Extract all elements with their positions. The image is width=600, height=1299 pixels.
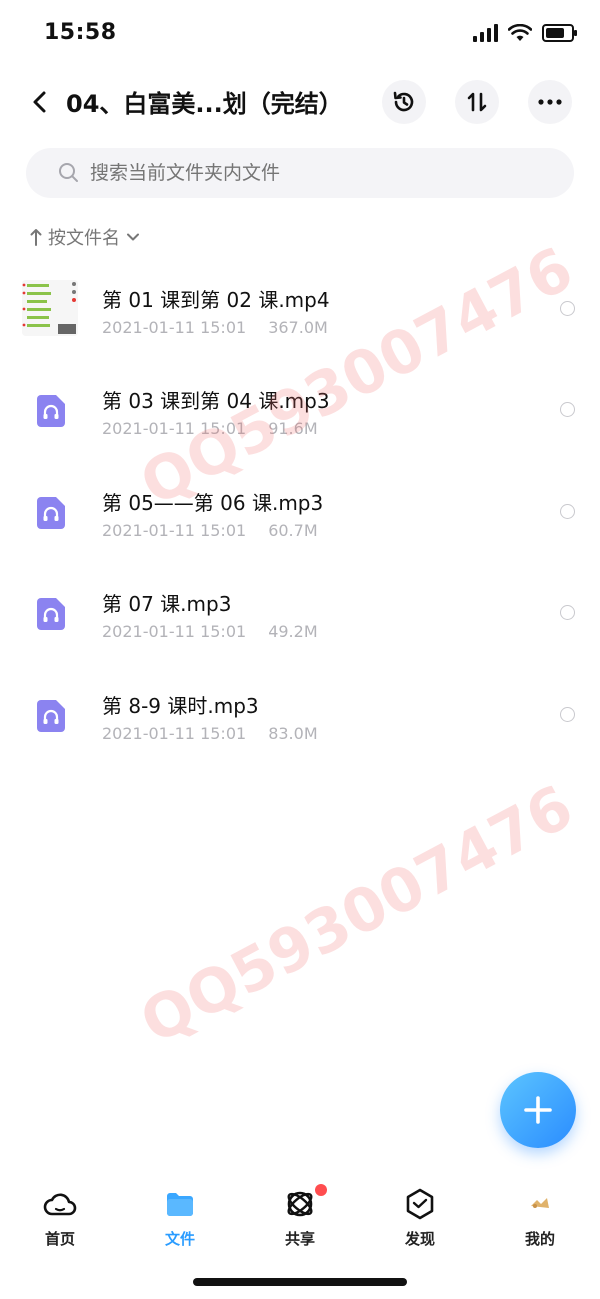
watermark: QQ593007476 bbox=[129, 771, 585, 1059]
file-size: 367.0M bbox=[268, 318, 328, 337]
audio-file-icon bbox=[37, 700, 65, 732]
chevron-left-icon bbox=[33, 91, 46, 113]
header: 04、白富美...划（完结） bbox=[0, 76, 600, 128]
add-button[interactable] bbox=[500, 1072, 576, 1148]
page-title: 04、白富美...划（完结） bbox=[66, 90, 343, 118]
file-meta: 2021-01-11 15:01 49.2M bbox=[102, 622, 318, 641]
file-name: 第 01 课到第 02 课.mp4 bbox=[102, 288, 330, 312]
home-indicator bbox=[193, 1278, 407, 1286]
select-checkbox[interactable] bbox=[560, 707, 575, 722]
file-size: 83.0M bbox=[268, 724, 318, 743]
status-bar: 15:58 bbox=[0, 0, 600, 72]
cellular-signal-icon bbox=[473, 24, 498, 42]
tab-label: 首页 bbox=[44, 1230, 75, 1248]
discover-icon bbox=[402, 1186, 438, 1222]
file-row[interactable]: 第 01 课到第 02 课.mp4 2021-01-11 15:01 367.0M bbox=[0, 258, 600, 358]
tab-label: 共享 bbox=[284, 1230, 315, 1248]
tab-label: 我的 bbox=[524, 1230, 555, 1248]
tab-discover[interactable]: 发现 bbox=[360, 1176, 480, 1256]
file-row[interactable]: 第 03 课到第 04 课.mp3 2021-01-11 15:01 91.6M bbox=[0, 359, 600, 459]
chevron-down-icon bbox=[127, 233, 139, 241]
sort-selector[interactable]: 按文件名 bbox=[30, 222, 140, 252]
file-row[interactable]: 第 8-9 课时.mp3 2021-01-11 15:01 83.0M bbox=[0, 664, 600, 764]
cloud-icon bbox=[42, 1186, 78, 1222]
sort-label: 按文件名 bbox=[48, 228, 120, 249]
avatar-icon bbox=[522, 1186, 558, 1222]
search-bar[interactable] bbox=[26, 148, 574, 198]
sort-arrows-icon bbox=[467, 92, 487, 112]
file-size: 60.7M bbox=[268, 521, 318, 540]
share-orbit-icon bbox=[282, 1186, 318, 1222]
file-name: 第 8-9 课时.mp3 bbox=[102, 694, 259, 718]
file-date: 2021-01-11 15:01 bbox=[102, 622, 247, 641]
select-checkbox[interactable] bbox=[560, 402, 575, 417]
file-size: 49.2M bbox=[268, 622, 318, 641]
history-button[interactable] bbox=[382, 80, 426, 124]
tab-label: 文件 bbox=[164, 1230, 195, 1248]
video-thumbnail bbox=[22, 280, 78, 336]
file-meta: 2021-01-11 15:01 60.7M bbox=[102, 521, 318, 540]
file-row[interactable]: 第 07 课.mp3 2021-01-11 15:01 49.2M bbox=[0, 562, 600, 662]
more-dots-icon bbox=[538, 99, 562, 105]
file-date: 2021-01-11 15:01 bbox=[102, 318, 247, 337]
battery-icon bbox=[542, 24, 577, 42]
file-date: 2021-01-11 15:01 bbox=[102, 521, 247, 540]
status-time: 15:58 bbox=[44, 20, 117, 45]
tab-home[interactable]: 首页 bbox=[0, 1176, 120, 1256]
history-icon bbox=[393, 91, 414, 112]
folder-icon bbox=[162, 1186, 198, 1222]
file-size: 91.6M bbox=[268, 419, 318, 438]
file-name: 第 03 课到第 04 课.mp3 bbox=[102, 389, 330, 413]
sort-order-button[interactable] bbox=[455, 80, 499, 124]
file-row[interactable]: 第 05——第 06 课.mp3 2021-01-11 15:01 60.7M bbox=[0, 461, 600, 561]
bottom-tab-bar: 首页 文件 共享 发现 我的 bbox=[0, 1176, 600, 1256]
plus-icon bbox=[524, 1096, 552, 1124]
search-input[interactable] bbox=[88, 161, 532, 185]
notification-badge bbox=[315, 1184, 327, 1196]
tab-share[interactable]: 共享 bbox=[240, 1176, 360, 1256]
select-checkbox[interactable] bbox=[560, 504, 575, 519]
search-icon bbox=[59, 163, 78, 182]
file-meta: 2021-01-11 15:01 367.0M bbox=[102, 318, 328, 337]
tab-files[interactable]: 文件 bbox=[120, 1176, 240, 1256]
file-name: 第 07 课.mp3 bbox=[102, 592, 232, 616]
audio-file-icon bbox=[37, 497, 65, 529]
wifi-icon bbox=[508, 24, 532, 41]
audio-file-icon bbox=[37, 395, 65, 427]
back-button[interactable] bbox=[22, 84, 58, 120]
file-name: 第 05——第 06 课.mp3 bbox=[102, 491, 324, 515]
more-options-button[interactable] bbox=[528, 80, 572, 124]
file-meta: 2021-01-11 15:01 91.6M bbox=[102, 419, 318, 438]
arrow-up-icon bbox=[30, 229, 42, 246]
tab-label: 发现 bbox=[404, 1230, 435, 1248]
status-icons bbox=[473, 24, 577, 42]
select-checkbox[interactable] bbox=[560, 605, 575, 620]
audio-file-icon bbox=[37, 598, 65, 630]
select-checkbox[interactable] bbox=[560, 301, 575, 316]
tab-me[interactable]: 我的 bbox=[480, 1176, 600, 1256]
file-date: 2021-01-11 15:01 bbox=[102, 419, 247, 438]
file-meta: 2021-01-11 15:01 83.0M bbox=[102, 724, 318, 743]
file-date: 2021-01-11 15:01 bbox=[102, 724, 247, 743]
